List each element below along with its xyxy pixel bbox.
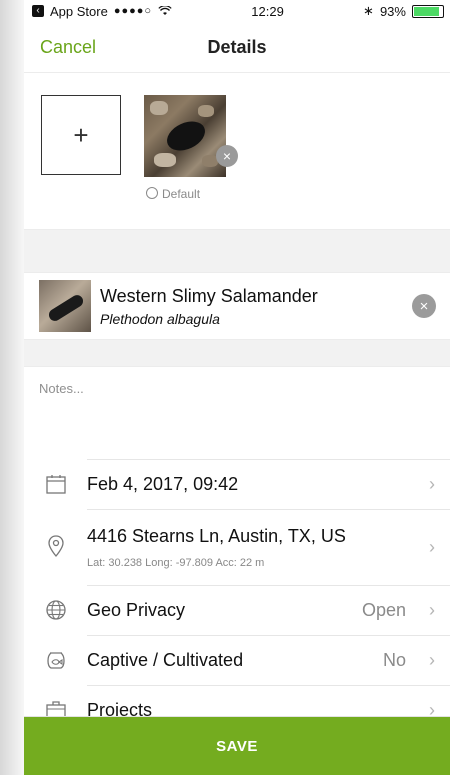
chevron-right-icon: › (429, 599, 435, 620)
geo-privacy-value: Open (361, 599, 406, 620)
captive-value: No (382, 649, 406, 670)
battery-percent: 93% (379, 3, 406, 19)
save-button[interactable]: SAVE (24, 716, 450, 775)
photos-section: + × Default (24, 73, 450, 229)
species-thumbnail (39, 280, 91, 332)
chevron-right-icon: › (429, 473, 435, 494)
plus-icon: + (73, 119, 89, 150)
chevron-right-icon: › (429, 536, 435, 557)
back-to-app-icon[interactable]: ‹ (32, 5, 44, 17)
location-content: 4416 Stearns Ln, Austin, TX, US Lat: 30.… (87, 508, 450, 586)
chevron-right-icon: › (429, 649, 435, 670)
calendar-icon (39, 467, 73, 501)
date-value: Feb 4, 2017, 09:42 (87, 474, 239, 494)
status-bar: ‹ App Store ●●●●○ 12:29 ∗ 93% (24, 0, 450, 22)
bluetooth-icon: ∗ (363, 3, 374, 18)
default-photo-label[interactable]: Default (146, 187, 200, 201)
save-label: SAVE (216, 737, 258, 755)
status-right: ∗ 93% (363, 3, 444, 19)
clear-species-button[interactable]: × (412, 294, 436, 318)
signal-icon: ●●●●○ (113, 5, 153, 17)
date-row[interactable]: Feb 4, 2017, 09:42 › (24, 458, 450, 510)
check-circle-icon (146, 187, 158, 199)
species-common-name: Western Slimy Salamander (100, 285, 318, 306)
location-coordinates: Lat: 30.238 Long: -97.809 Acc: 22 m (87, 557, 265, 569)
geo-privacy-row[interactable]: Geo Privacy Open › (24, 584, 450, 635)
species-row[interactable]: Western Slimy Salamander Plethodon albag… (24, 273, 450, 339)
battery-icon (411, 4, 444, 18)
captive-row[interactable]: Captive / Cultivated No › (24, 634, 450, 685)
section-divider (24, 229, 450, 273)
left-edge (0, 0, 24, 775)
section-divider (24, 339, 450, 367)
location-address: 4416 Stearns Ln, Austin, TX, US (87, 526, 346, 546)
species-scientific-name: Plethodon albagula (100, 310, 220, 327)
cancel-button[interactable]: Cancel (40, 37, 96, 58)
location-row[interactable]: 4416 Stearns Ln, Austin, TX, US Lat: 30.… (24, 508, 450, 586)
location-pin-icon (39, 530, 73, 564)
date-content: Feb 4, 2017, 09:42 (87, 458, 450, 510)
fishbowl-icon (39, 643, 73, 677)
nav-bar: Cancel Details (24, 22, 450, 73)
salamander-image (162, 115, 210, 157)
screen-frame: ‹ App Store ●●●●○ 12:29 ∗ 93% Cancel Det… (0, 0, 450, 775)
notes-placeholder: Notes... (39, 381, 84, 396)
species-names: Western Slimy Salamander Plethodon albag… (100, 286, 318, 327)
globe-icon (39, 593, 73, 627)
observation-photo[interactable] (144, 95, 226, 177)
wifi-icon (158, 6, 172, 16)
add-photo-button[interactable]: + (41, 95, 121, 175)
status-left: ‹ App Store ●●●●○ (32, 4, 172, 19)
close-icon: × (419, 297, 429, 315)
notes-field[interactable]: Notes... (24, 367, 450, 459)
phone-screen: ‹ App Store ●●●●○ 12:29 ∗ 93% Cancel Det… (24, 0, 450, 775)
remove-photo-button[interactable]: × (216, 145, 238, 167)
status-time: 12:29 (251, 3, 284, 19)
carrier-label: App Store (50, 3, 108, 19)
close-icon: × (222, 148, 232, 164)
